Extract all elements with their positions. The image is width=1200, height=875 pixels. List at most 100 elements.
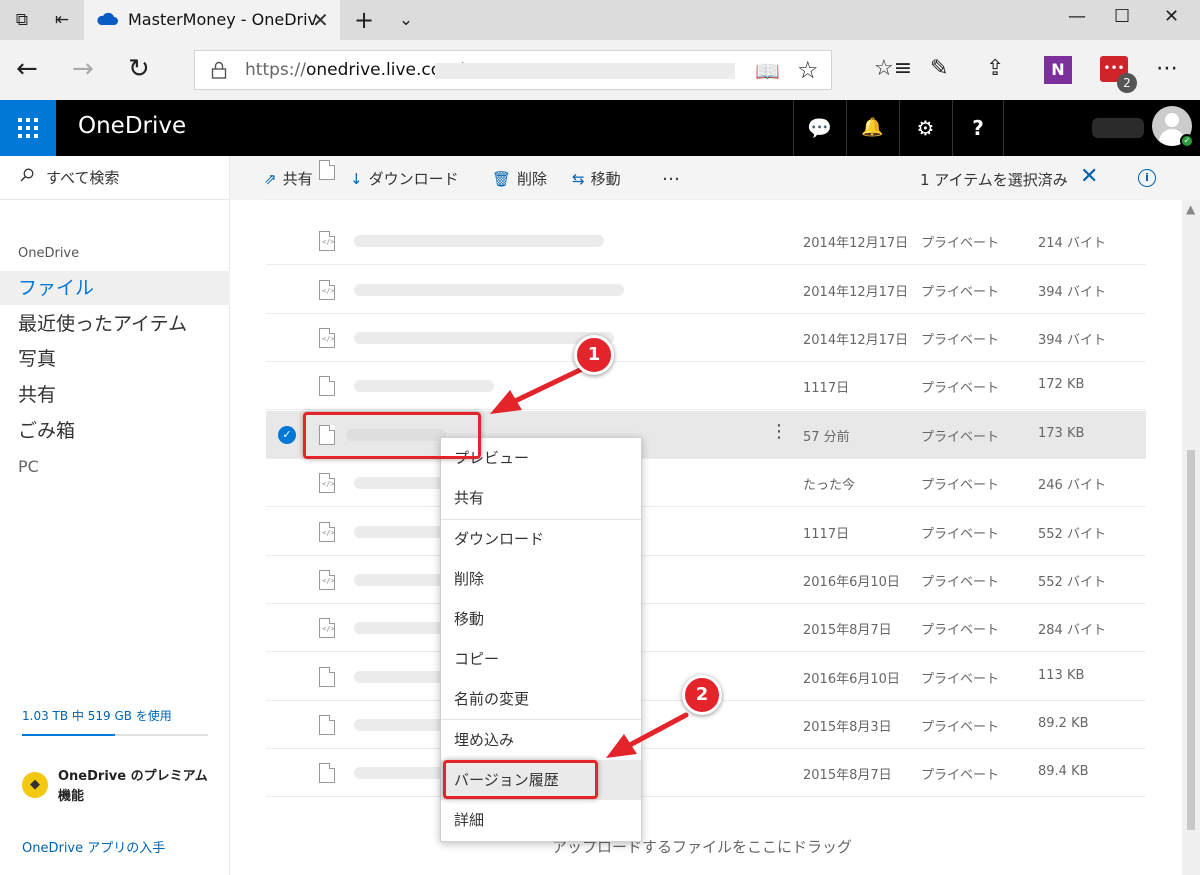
menu-item-details[interactable]: 詳細 — [441, 800, 641, 840]
file-row[interactable]: </> たった今 プライベート 246 バイト — [266, 459, 1146, 507]
file-name-blurred — [354, 526, 444, 538]
favorite-star-icon[interactable]: ☆ — [797, 56, 819, 84]
file-row[interactable]: </> 2016年6月10日 プライベート 552 バイト — [266, 556, 1146, 604]
file-icon — [319, 376, 335, 396]
onedrive-header: OneDrive 💬 🔔 ⚙ ? — [0, 100, 1200, 156]
file-row-partial[interactable] — [266, 160, 1146, 200]
nav-item-shared[interactable]: 共有 — [0, 378, 230, 412]
file-size: 89.2 KB — [1038, 716, 1089, 731]
selected-check-icon[interactable]: ✓ — [278, 426, 296, 444]
search-box[interactable]: すべて検索 — [0, 156, 230, 200]
onenote-extension-icon[interactable]: N — [1044, 56, 1072, 84]
tab-manager-icon[interactable]: ⧉ — [10, 8, 34, 32]
file-sharing: プライベート — [921, 381, 1000, 396]
menu-item-copy[interactable]: コピー — [441, 639, 641, 679]
menu-item-embed[interactable]: 埋め込み — [441, 720, 641, 760]
file-name-blurred — [354, 622, 444, 634]
reading-view-icon[interactable]: 📖 — [755, 59, 780, 83]
file-row[interactable]: </> 1117日 プライベート 552 バイト — [266, 508, 1146, 556]
file-modified: 2016年6月10日 — [803, 575, 900, 590]
menu-item-delete[interactable]: 削除 — [441, 559, 641, 599]
file-sharing: プライベート — [921, 768, 1000, 783]
storage-quota[interactable]: 1.03 TB 中 519 GB を使用 — [22, 707, 172, 724]
nav-item-recycle-bin[interactable]: ごみ箱 — [0, 414, 230, 448]
scroll-up-icon[interactable]: ▲ — [1186, 202, 1195, 216]
premium-features-link[interactable]: OneDrive のプレミアム機能 — [58, 767, 208, 807]
minimize-icon[interactable]: — — [1068, 6, 1086, 27]
file-row[interactable]: </> 2014年12月17日 プライベート 394 バイト — [266, 266, 1146, 314]
nav-item-pc[interactable]: PC — [0, 450, 230, 484]
web-note-pen-icon[interactable]: ✎ — [930, 56, 948, 81]
forward-icon[interactable]: → — [72, 54, 94, 84]
menu-item-share[interactable]: 共有 — [441, 478, 641, 518]
maximize-icon[interactable]: ☐ — [1114, 6, 1130, 27]
menu-item-download[interactable]: ダウンロード — [441, 519, 641, 559]
file-size: 394 バイト — [1038, 333, 1106, 348]
file-row[interactable]: 2015年8月7日 プライベート 89.4 KB — [266, 749, 1146, 797]
lock-icon — [211, 61, 227, 79]
file-modified: たった今 — [803, 478, 856, 493]
file-icon — [319, 667, 335, 687]
set-tabs-aside-icon[interactable]: ⇤ — [50, 8, 74, 32]
file-code-icon: </> — [319, 473, 335, 493]
scrollbar-thumb[interactable] — [1187, 450, 1195, 830]
file-name-blurred — [354, 671, 444, 683]
browser-tab-bar: ⧉ ⇤ MasterMoney - OneDrive ✕ + ⌄ — ☐ ✕ — [0, 0, 1200, 40]
nav-item-files[interactable]: ファイル — [0, 271, 230, 305]
file-icon — [319, 715, 335, 735]
storage-quota-bar — [22, 734, 208, 736]
tab-preview-chevron-icon[interactable]: ⌄ — [394, 8, 418, 32]
file-name-blurred — [354, 332, 614, 344]
file-size: 173 KB — [1038, 426, 1085, 441]
help-icon[interactable]: ? — [952, 100, 1004, 156]
address-field[interactable]: https://onedrive.live.com/ 📖 ☆ — [194, 50, 832, 90]
file-row[interactable]: </> 2014年12月17日 プライベート 394 バイト — [266, 314, 1146, 362]
extension-badge: 2 — [1117, 73, 1137, 93]
file-size: 284 バイト — [1038, 623, 1106, 638]
more-options-icon[interactable]: ⋯ — [1156, 56, 1178, 81]
file-row[interactable]: </> 2014年12月17日 プライベート 214 バイト — [266, 217, 1146, 265]
refresh-icon[interactable]: ↻ — [128, 54, 150, 84]
online-status-icon: ✓ — [1180, 134, 1194, 148]
get-app-link[interactable]: OneDrive アプリの入手 — [22, 837, 165, 856]
file-row[interactable]: </> 2015年8月7日 プライベート 284 バイト — [266, 604, 1146, 652]
tab-close-icon[interactable]: ✕ — [312, 8, 329, 32]
nav-item-recent[interactable]: 最近使ったアイテム — [0, 307, 230, 341]
file-size: 552 バイト — [1038, 575, 1106, 590]
notifications-bell-icon[interactable]: 🔔 — [846, 100, 898, 156]
file-modified: 2015年8月7日 — [803, 768, 892, 783]
file-modified: 2015年8月7日 — [803, 623, 892, 638]
file-sharing: プライベート — [921, 527, 1000, 542]
file-code-icon — [319, 160, 335, 180]
file-name-blurred — [354, 235, 604, 247]
favorites-hub-icon[interactable]: ☆≡ — [874, 56, 912, 81]
active-tab[interactable]: MasterMoney - OneDrive ✕ — [84, 0, 340, 40]
menu-item-rename[interactable]: 名前の変更 — [441, 679, 641, 719]
search-placeholder: すべて検索 — [46, 169, 120, 187]
address-toolbar: ← → ↻ https://onedrive.live.com/ 📖 ☆ ☆≡ … — [0, 40, 1200, 100]
feedback-chat-icon[interactable]: 💬 — [793, 100, 845, 156]
menu-item-move[interactable]: 移動 — [441, 599, 641, 639]
file-modified: 2016年6月10日 — [803, 672, 900, 687]
share-icon[interactable]: ⇪ — [986, 56, 1004, 81]
app-launcher-icon[interactable] — [0, 100, 56, 156]
row-more-actions-icon[interactable]: ⋮ — [770, 422, 788, 442]
settings-gear-icon[interactable]: ⚙ — [899, 100, 951, 156]
file-size: 246 バイト — [1038, 478, 1106, 493]
new-tab-icon[interactable]: + — [352, 8, 376, 32]
brand-title[interactable]: OneDrive — [78, 113, 186, 139]
file-row[interactable]: 1117日 プライベート 172 KB — [266, 362, 1146, 410]
back-icon[interactable]: ← — [16, 54, 38, 84]
file-size: 214 バイト — [1038, 236, 1106, 251]
file-code-icon: </> — [319, 522, 335, 542]
user-name-blurred — [1092, 118, 1144, 138]
step-2-marker: 2 — [682, 675, 722, 715]
file-sharing: プライベート — [921, 333, 1000, 348]
file-size: 552 バイト — [1038, 527, 1106, 542]
file-name-blurred — [354, 477, 444, 489]
nav-item-photos[interactable]: 写真 — [0, 342, 230, 376]
url-text: https://onedrive.live.com/ — [245, 60, 464, 80]
window-close-icon[interactable]: ✕ — [1164, 6, 1179, 27]
file-name-blurred — [354, 380, 494, 392]
vertical-scrollbar[interactable]: ▲ — [1182, 200, 1200, 875]
